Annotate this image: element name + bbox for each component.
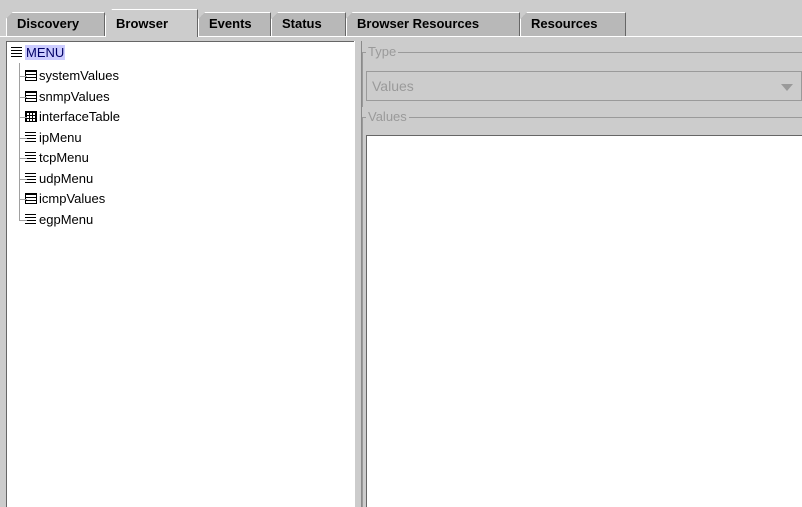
menu-icon [25,214,36,224]
type-select[interactable]: Values [366,71,802,101]
tree-item-label: snmpValues [39,89,110,104]
tab-discovery[interactable]: Discovery [6,12,105,36]
tab-bar: Discovery Browser Events Status Browser … [0,0,802,38]
type-group-title: Type [366,44,399,59]
chevron-down-icon[interactable] [781,84,793,91]
tab-status[interactable]: Status [271,12,346,36]
tree-item-snmpvalues[interactable]: snmpValues [20,87,110,107]
menu-icon [25,152,36,162]
menu-icon [11,47,22,57]
tab-label: Browser [116,16,169,31]
tab-events[interactable]: Events [198,12,271,36]
tree-item-label: systemValues [39,68,119,83]
tree-item-label: udpMenu [39,171,94,186]
tree-item-egpmenu[interactable]: egpMenu [20,210,94,230]
values-group-title: Values [366,109,409,124]
tab-label: Browser Resources [357,16,480,31]
tab-label: Status [282,16,322,31]
tree-root-label: MENU [25,45,66,60]
tab-browser-resources[interactable]: Browser Resources [346,12,520,36]
tree-pane[interactable]: MENU systemValues snmpValues interfaceTa… [6,41,354,507]
tab-label: Discovery [17,16,80,31]
tree-item-label: ipMenu [39,130,82,145]
tree-item-ipmenu[interactable]: ipMenu [20,128,82,148]
tree-item-label: egpMenu [39,212,94,227]
tree-item-label: icmpValues [39,191,106,206]
menu-icon [25,132,36,142]
tree-item-tcpmenu[interactable]: tcpMenu [20,148,89,168]
tree-item-udpmenu[interactable]: udpMenu [20,169,94,189]
tree-item-interfacetable[interactable]: interfaceTable [20,107,120,127]
tab-resources[interactable]: Resources [520,12,626,36]
tree-item-label: interfaceTable [39,109,120,124]
tree-item-systemvalues[interactable]: systemValues [20,66,119,86]
type-select-value: Values [372,78,414,94]
tree-item-label: tcpMenu [39,150,89,165]
tree-connector-line [19,63,20,221]
menu-icon [25,173,36,183]
tab-browser[interactable]: Browser [105,9,198,37]
tree-root-menu[interactable]: MENU [11,45,66,63]
tab-label: Events [209,16,252,31]
tree-item-icmpvalues[interactable]: icmpValues [20,189,106,209]
split-pane-divider[interactable] [354,41,362,507]
values-display-area[interactable] [366,135,802,507]
tab-label: Resources [531,16,598,31]
